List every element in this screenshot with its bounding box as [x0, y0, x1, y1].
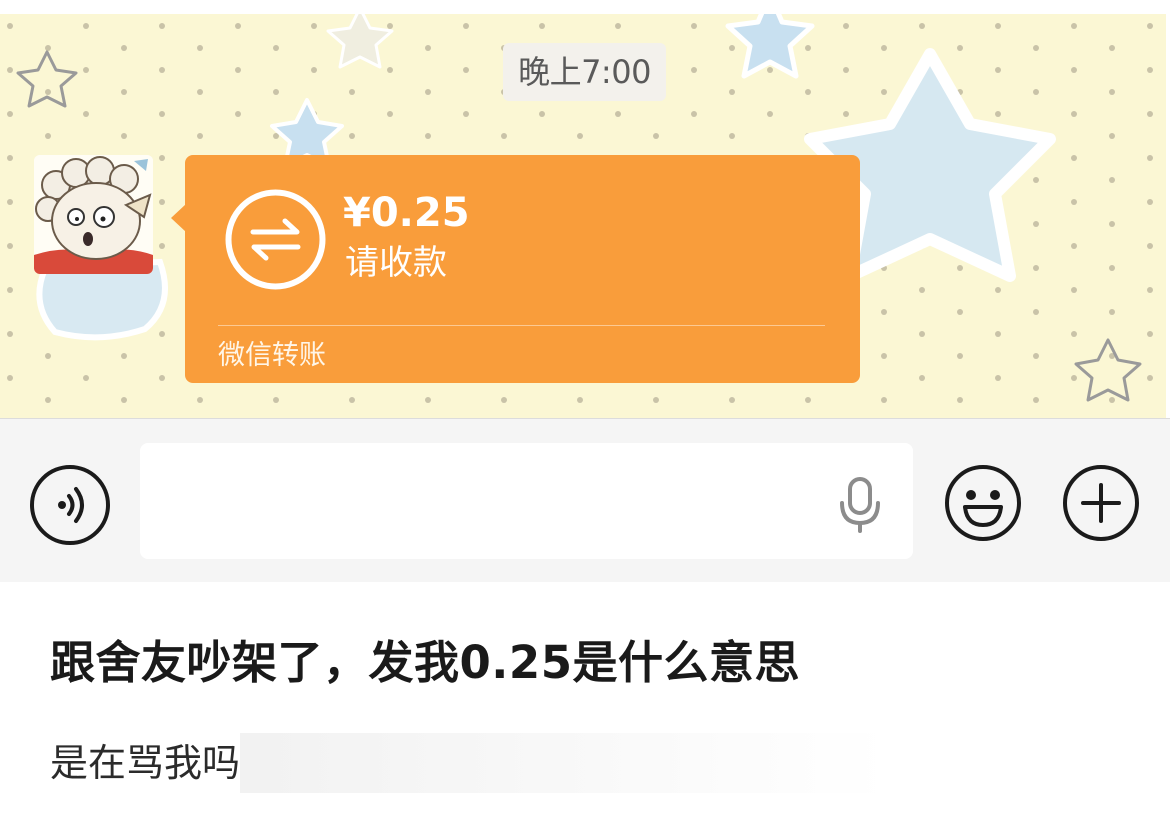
- timestamp: 晚上7:00: [503, 43, 666, 101]
- bubble-divider: [218, 325, 825, 326]
- microphone-icon[interactable]: [838, 477, 882, 533]
- transfer-request-label: 请收款: [345, 243, 447, 283]
- right-edge: [1166, 14, 1170, 418]
- voice-button[interactable]: [30, 465, 110, 545]
- chat-input-bar: [0, 418, 1170, 582]
- message-input[interactable]: [140, 443, 913, 559]
- top-strip: [0, 0, 1170, 14]
- post-body: 是在骂我吗: [50, 741, 241, 785]
- text-fade: [240, 733, 891, 793]
- chat-area: 晚上7:00 ¥0.25 请收款 微信转账: [0, 14, 1166, 418]
- transfer-arrows-icon: [225, 189, 326, 290]
- plus-icon[interactable]: [1061, 463, 1141, 543]
- bubble-tail: [171, 204, 186, 232]
- transfer-amount: ¥0.25: [343, 190, 470, 236]
- voice-icon: [58, 487, 84, 523]
- wechat-transfer-label: 微信转账: [218, 340, 326, 371]
- avatar-image: [34, 155, 153, 274]
- transfer-message-card[interactable]: ¥0.25 请收款 微信转账: [185, 155, 860, 383]
- emoji-icon[interactable]: [943, 463, 1023, 543]
- pleasant-goat-avatar[interactable]: [34, 155, 153, 274]
- post-body-row: 是在骂我吗: [50, 733, 891, 793]
- post-title: 跟舍友吵架了，发我0.25是什么意思: [50, 636, 801, 689]
